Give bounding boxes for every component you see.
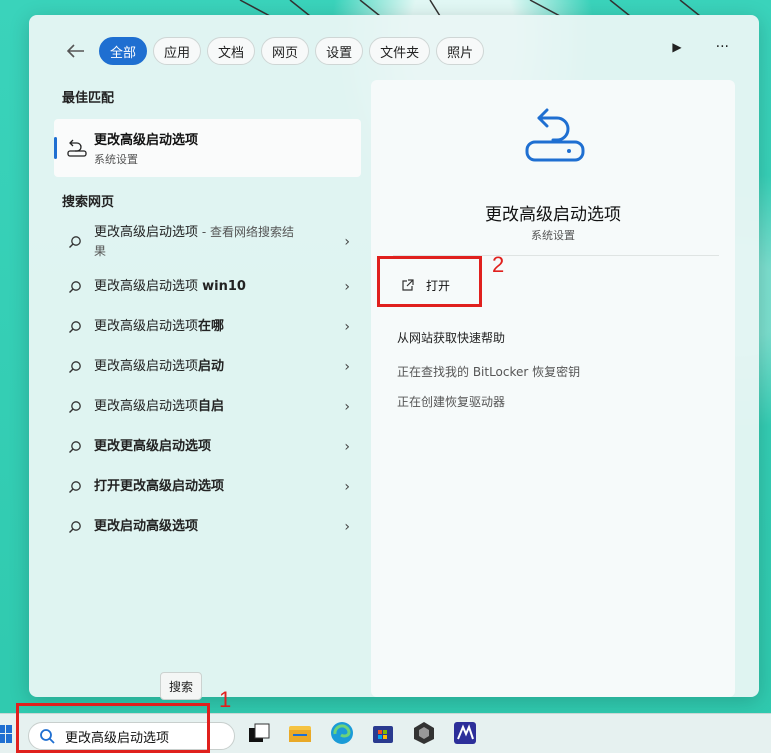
item-text: 更改高级启动选项 <box>94 399 199 414</box>
item-bold-text: 更改启动高级选项 <box>94 519 199 534</box>
chevron-right-icon: › <box>344 279 350 295</box>
selection-indicator <box>54 137 57 159</box>
list-item[interactable]: 更改高级启动选项启动 › <box>54 347 364 387</box>
list-item[interactable]: 更改更高级启动选项 › <box>54 427 364 467</box>
file-explorer-icon[interactable] <box>287 720 313 746</box>
search-icon <box>69 521 81 533</box>
chevron-right-icon: › <box>344 234 350 250</box>
best-match-heading: 最佳匹配 <box>62 91 115 106</box>
search-icon <box>69 441 81 453</box>
item-bold-text: 启动 <box>198 359 225 374</box>
highlight-box-open <box>377 256 482 307</box>
web-search-list: 更改高级启动选项 - 查看网络搜索结果 › 更改高级启动选项 win10 › 更… <box>54 217 364 547</box>
bitlocker-status: 正在查找我的 BitLocker 恢复密钥 <box>397 365 581 379</box>
recovery-settings-icon <box>525 108 585 162</box>
filter-photos[interactable]: 照片 <box>436 37 485 65</box>
chevron-right-icon: › <box>344 519 350 535</box>
back-button[interactable] <box>63 38 89 64</box>
best-match-item[interactable]: 更改高级启动选项 系统设置 <box>54 119 361 177</box>
filter-settings[interactable]: 设置 <box>315 37 364 65</box>
list-item[interactable]: 打开更改高级启动选项 › <box>54 467 364 507</box>
task-view-icon[interactable] <box>246 720 272 746</box>
filter-all[interactable]: 全部 <box>99 37 148 65</box>
item-bold-text: win10 <box>202 279 246 294</box>
more-options-button[interactable]: ··· <box>716 39 729 55</box>
item-text: 更改高级启动选项 <box>94 359 199 374</box>
search-icon <box>69 401 81 413</box>
item-bold-text: 自启 <box>198 399 225 414</box>
list-item[interactable]: 更改高级启动选项自启 › <box>54 387 364 427</box>
search-icon <box>69 481 81 493</box>
item-bold-text: 在哪 <box>198 319 225 334</box>
quick-help-link[interactable]: 从网站获取快速帮助 <box>397 329 505 346</box>
highlight-box-search <box>16 703 210 753</box>
store-icon[interactable] <box>370 720 396 746</box>
search-icon <box>69 236 81 248</box>
arrow-left-icon <box>67 44 84 58</box>
web-search-heading: 搜索网页 <box>62 195 115 210</box>
best-match-title: 更改高级启动选项 <box>94 133 199 148</box>
windows-start-icon[interactable] <box>0 725 12 743</box>
app-icon[interactable] <box>411 720 437 746</box>
list-item[interactable]: 更改高级启动选项 win10 › <box>54 267 364 307</box>
search-tooltip: 搜索 <box>160 672 202 700</box>
wallpaper-art <box>239 0 701 16</box>
item-bold-text: 更改更高级启动选项 <box>94 439 212 454</box>
list-item[interactable]: 更改高级启动选项在哪 › <box>54 307 364 347</box>
search-panel: 全部 应用 文档 网页 设置 文件夹 照片 ▶ ··· 最佳匹配 更改高级启动选… <box>29 15 759 697</box>
filter-bar: 全部 应用 文档 网页 设置 文件夹 照片 <box>63 37 485 65</box>
chevron-right-icon: › <box>344 479 350 495</box>
item-text: 更改高级启动选项 <box>94 319 199 334</box>
recovery-settings-icon <box>67 139 87 157</box>
step-number-1: 1 <box>219 687 232 712</box>
filter-apps[interactable]: 应用 <box>153 37 202 65</box>
filter-web[interactable]: 网页 <box>261 37 310 65</box>
item-text: 更改高级启动选项 <box>94 279 203 294</box>
detail-title: 更改高级启动选项 <box>485 205 621 225</box>
best-match-subtitle: 系统设置 <box>94 153 138 166</box>
app2-icon[interactable] <box>452 720 478 746</box>
chevron-right-icon: › <box>344 399 350 415</box>
detail-pane: 更改高级启动选项 系统设置 打开 从网站获取快速帮助 正在查找我的 BitLoc… <box>371 80 735 697</box>
item-bold-text: 打开更改高级启动选项 <box>94 479 225 494</box>
search-icon <box>69 361 81 373</box>
filter-documents[interactable]: 文档 <box>207 37 256 65</box>
chevron-right-icon: › <box>344 439 350 455</box>
play-button[interactable]: ▶ <box>672 40 681 54</box>
detail-subtitle: 系统设置 <box>531 229 575 242</box>
item-text: 更改高级启动选项 <box>94 225 199 240</box>
search-icon <box>69 321 81 333</box>
edge-icon[interactable] <box>329 720 355 746</box>
list-item[interactable]: 更改高级启动选项 - 查看网络搜索结果 › <box>54 217 364 267</box>
recovery-drive-status: 正在创建恢复驱动器 <box>397 395 506 409</box>
step-number-2: 2 <box>492 252 505 277</box>
header-actions: ▶ ··· <box>672 39 729 55</box>
search-icon <box>69 281 81 293</box>
results-list: 最佳匹配 更改高级启动选项 系统设置 搜索网页 更改高级启动选项 - 查看网络搜… <box>54 87 364 547</box>
filter-folders[interactable]: 文件夹 <box>369 37 431 65</box>
list-item[interactable]: 更改启动高级选项 › <box>54 507 364 547</box>
chevron-right-icon: › <box>344 319 350 335</box>
chevron-right-icon: › <box>344 359 350 375</box>
